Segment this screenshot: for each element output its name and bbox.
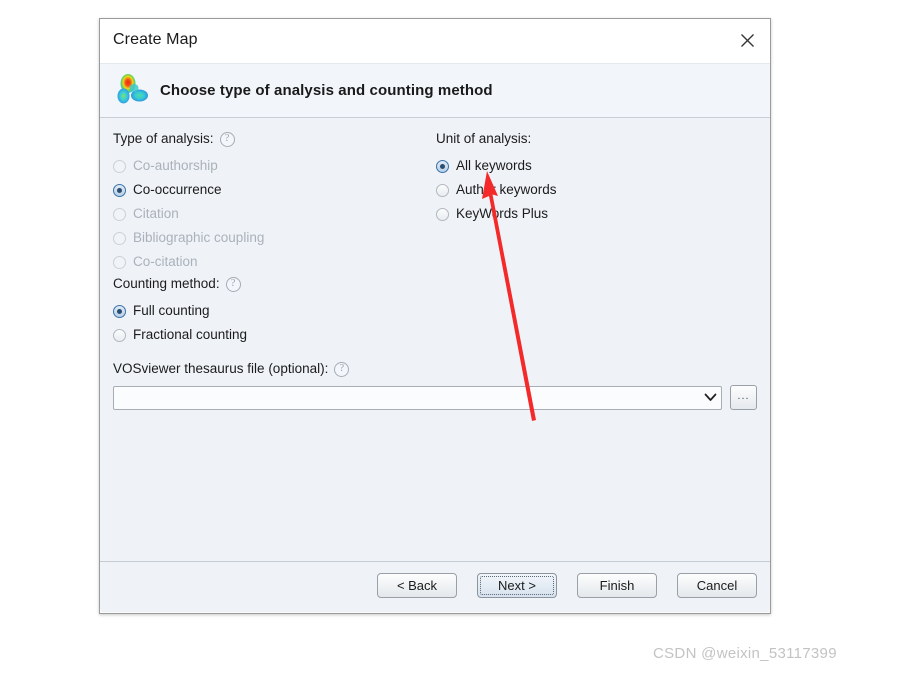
radio-indicator [113,231,126,245]
thesaurus-file-row: ... [113,385,757,410]
radio-indicator [113,328,126,342]
vosviewer-density-logo-icon [108,69,160,113]
ellipsis-icon: ... [737,389,750,402]
create-map-dialog: Create Map Choose type of analysis and c… [99,18,771,614]
dialog-header: Choose type of analysis and counting met… [100,63,770,118]
radio-indicator [113,159,126,173]
radio-fractional-counting[interactable]: Fractional counting [113,323,443,347]
cancel-button[interactable]: Cancel [677,573,757,598]
radio-bibliographic-coupling: Bibliographic coupling [113,226,433,250]
counting-method-group: Counting method: Full counting Fractiona… [113,275,443,347]
radio-indicator [113,207,126,221]
unit-of-analysis-group: Unit of analysis: All keywords Author ke… [436,130,736,226]
radio-co-citation: Co-citation [113,250,433,274]
radio-keywords-plus[interactable]: KeyWords Plus [436,202,736,226]
radio-indicator [113,304,126,318]
chevron-down-icon[interactable] [699,387,721,409]
radio-indicator [113,183,126,197]
dialog-title: Create Map [113,31,198,48]
thesaurus-file-combobox[interactable] [113,385,722,410]
radio-indicator [436,207,449,221]
type-of-analysis-label: Type of analysis: [113,130,433,148]
radio-author-keywords[interactable]: Author keywords [436,178,736,202]
unit-of-analysis-label: Unit of analysis: [436,131,532,146]
help-circle-icon[interactable] [225,276,241,292]
thesaurus-file-group: VOSviewer thesaurus file (optional): ... [113,360,757,410]
radio-indicator [436,183,449,197]
watermark-text: CSDN @weixin_53117399 [653,645,837,662]
finish-button[interactable]: Finish [577,573,657,598]
close-icon[interactable] [724,19,770,62]
radio-full-counting[interactable]: Full counting [113,299,443,323]
back-button[interactable]: < Back [377,573,457,598]
radio-co-occurrence[interactable]: Co-occurrence [113,178,433,202]
header-title: Choose type of analysis and counting met… [160,82,493,99]
radio-all-keywords[interactable]: All keywords [436,154,736,178]
counting-method-label: Counting method: [113,275,443,293]
radio-indicator [113,255,126,269]
radio-co-authorship: Co-authorship [113,154,433,178]
radio-citation: Citation [113,202,433,226]
radio-indicator [436,159,449,173]
dialog-footer: < Back Next > Finish Cancel [100,561,770,609]
help-circle-icon[interactable] [334,361,350,377]
next-button[interactable]: Next > [477,573,557,598]
dialog-titlebar: Create Map [100,19,770,63]
type-of-analysis-group: Type of analysis: Co-authorship Co-occur… [113,130,433,274]
dialog-content: Type of analysis: Co-authorship Co-occur… [100,118,770,609]
help-circle-icon[interactable] [219,131,235,147]
thesaurus-file-label: VOSviewer thesaurus file (optional): [113,360,757,378]
browse-thesaurus-button[interactable]: ... [730,385,757,410]
